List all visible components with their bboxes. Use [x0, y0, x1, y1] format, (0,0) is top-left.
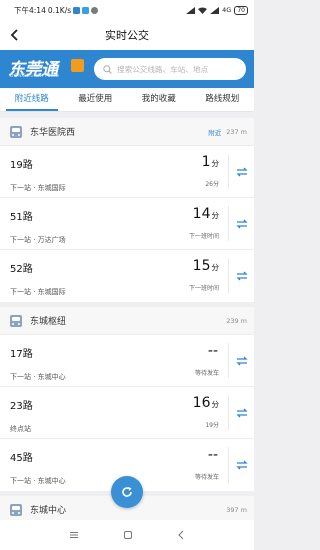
eta-value: 15 [192, 258, 211, 274]
route-name: 51路 [10, 212, 33, 223]
notification-app-icon [82, 6, 90, 14]
route-eta: 1分 [148, 154, 219, 172]
page-title: 实时公交 [105, 29, 149, 42]
eta-unit: 分 [211, 211, 220, 220]
signal-icon [210, 6, 220, 14]
route-name: 17路 [10, 349, 33, 360]
logo-flag-icon [71, 59, 84, 72]
logo-subtext: DONGGUAN TONG [10, 74, 60, 79]
eta-unit: 分 [211, 400, 220, 409]
notification-app-icon [73, 6, 81, 14]
route-subinfo: 下一班时间 [188, 233, 219, 240]
eta-value: 1 [201, 154, 211, 170]
bus-stop-icon [10, 314, 22, 327]
system-nav-bar [0, 520, 254, 550]
status-bar: 下午4:14 0.1K/s 4G 70 [0, 0, 254, 20]
route-name: 45路 [10, 453, 33, 464]
switch-direction-button[interactable] [228, 258, 254, 294]
eta-value: -- [207, 343, 218, 359]
route-eta: -- [148, 343, 219, 361]
status-speed: 0.1K/s [47, 5, 72, 15]
station-group: 东华医院西 附近 237 m 19路 下一站 · 东城国际 1分 26分 51路 下一… [0, 118, 254, 302]
route-next-stop: 下一站 · 东城国际 [10, 184, 66, 192]
tab-favorites[interactable]: 我的收藏 [127, 88, 191, 111]
refresh-icon [122, 487, 132, 497]
station-group: 东城枢纽 239 m 17路下一站 · 东城中心 -- 等待发车 23路终点站 1… [0, 307, 254, 491]
station-name: 东城中心 [30, 506, 67, 516]
app-logo: 东莞通 DONGGUAN TONG [8, 55, 88, 83]
station-name: 东城枢纽 [30, 317, 67, 327]
route-eta: 15分 [148, 258, 219, 276]
station-distance: 397 m [226, 505, 247, 514]
network-type: 4G [222, 6, 232, 14]
route-eta: 16分 [148, 395, 219, 413]
status-time: 下午4:14 [14, 5, 46, 15]
route-subinfo: 下一班时间 [188, 285, 219, 292]
notification-dot-icon [91, 6, 99, 14]
route-name: 52路 [10, 264, 33, 275]
route-eta: 14分 [148, 206, 219, 224]
switch-direction-icon [235, 219, 248, 228]
route-next-stop: 下一站 · 万达广场 [10, 236, 66, 244]
route-row[interactable]: 17路下一站 · 东城中心 -- 等待发车 [0, 335, 254, 387]
tab-nearby-routes[interactable]: 附近线路 [0, 88, 64, 111]
bus-stop-icon [10, 503, 22, 516]
route-eta: -- [148, 447, 219, 465]
back-button[interactable] [10, 26, 24, 44]
back-arrow-icon [10, 29, 18, 41]
switch-direction-icon [235, 271, 248, 281]
station-header[interactable]: 东城枢纽 239 m [0, 307, 254, 335]
search-input[interactable]: 搜索公交线路、车站、地点 [94, 58, 246, 80]
switch-direction-icon [235, 356, 248, 365]
station-name: 东华医院西 [30, 128, 76, 138]
route-next-stop: 下一站 · 东城国际 [10, 288, 66, 296]
tab-recent[interactable]: 最近使用 [64, 88, 128, 111]
refresh-button[interactable] [111, 476, 143, 508]
switch-direction-button[interactable] [228, 154, 254, 189]
switch-direction-button[interactable] [228, 447, 254, 483]
eta-value: 16 [192, 395, 211, 411]
eta-value: -- [207, 447, 218, 463]
back-nav-icon[interactable] [177, 530, 185, 540]
eta-unit: 分 [211, 159, 220, 168]
route-next-stop: 终点站 [10, 425, 31, 433]
station-list: 东华医院西 附近 237 m 19路 下一站 · 东城国际 1分 26分 51路 下一… [0, 118, 254, 529]
bus-stop-icon [10, 125, 22, 138]
route-subinfo: 等待发车 [194, 370, 219, 377]
tab-route-planning[interactable]: 路线规划 [191, 88, 255, 111]
switch-direction-icon [235, 167, 248, 176]
app-banner: 东莞通 DONGGUAN TONG 搜索公交线路、车站、地点 [0, 50, 254, 88]
search-placeholder: 搜索公交线路、车站、地点 [117, 64, 209, 74]
nearby-tag: 附近 [208, 128, 222, 137]
route-name: 23路 [10, 401, 33, 412]
route-row[interactable]: 52路下一站 · 东城国际 15分下一班时间 [0, 250, 254, 302]
title-bar: 实时公交 [0, 20, 254, 50]
station-header[interactable]: 东华医院西 附近 237 m [0, 118, 254, 146]
search-icon [103, 64, 112, 74]
switch-direction-icon [235, 408, 248, 417]
route-row[interactable]: 23路终点站 16分 19分 [0, 387, 254, 439]
alarm-icon [186, 6, 196, 14]
route-subinfo: 26分 [205, 181, 219, 188]
route-subinfo: 等待发车 [194, 474, 219, 481]
switch-direction-icon [235, 460, 248, 470]
tab-bar: 附近线路 最近使用 我的收藏 路线规划 [0, 88, 254, 112]
route-row[interactable]: 51路下一站 · 万达广场 14分下一班时间 [0, 198, 254, 250]
station-distance: 239 m [226, 316, 247, 325]
switch-direction-button[interactable] [228, 206, 254, 241]
home-icon[interactable] [123, 530, 133, 540]
route-name: 19路 [10, 160, 33, 171]
eta-unit: 分 [211, 263, 220, 272]
route-next-stop: 下一站 · 东城中心 [10, 373, 66, 381]
station-distance: 237 m [226, 127, 247, 136]
wifi-icon [198, 7, 208, 14]
battery-indicator: 70 [234, 5, 248, 15]
eta-value: 14 [192, 206, 211, 222]
route-row[interactable]: 19路下一站 · 东城国际 1分 26分 [0, 146, 254, 198]
switch-direction-button[interactable] [228, 395, 254, 430]
switch-direction-button[interactable] [228, 343, 254, 378]
menu-icon[interactable] [69, 531, 79, 539]
route-subinfo: 19分 [205, 422, 219, 429]
